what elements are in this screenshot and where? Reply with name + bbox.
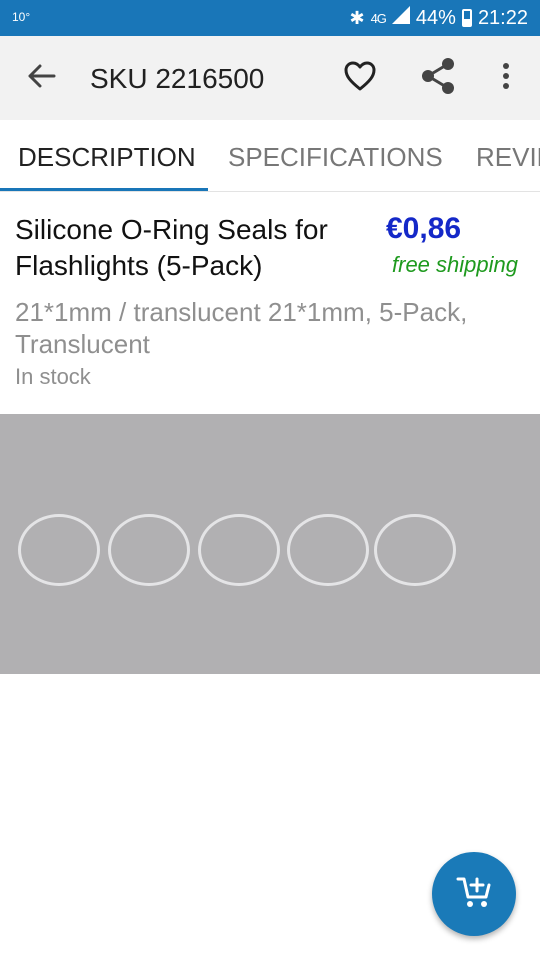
status-temperature: 10° <box>12 10 31 24</box>
more-options-button[interactable] <box>490 56 522 100</box>
product-price: €0,86 <box>386 212 462 245</box>
page-title: SKU 2216500 <box>90 63 265 94</box>
tab-bar: DESCRIPTION SPECIFICATIONS REVIEWS <box>0 120 540 192</box>
product-variant[interactable]: 21*1mm / translucent 21*1mm, 5-Pack, Tra… <box>15 296 525 360</box>
o-ring-image <box>374 514 456 586</box>
battery-percent: 44% <box>415 6 456 29</box>
add-to-cart-button[interactable] <box>432 852 516 936</box>
favorite-button[interactable] <box>338 56 382 100</box>
clock: 21:22 <box>477 6 528 29</box>
product-title: Silicone O-Ring Seals for Flashlights (5… <box>15 214 328 281</box>
bluetooth-icon: ✱ <box>349 7 365 28</box>
share-icon <box>418 56 458 101</box>
app-bar: SKU 2216500 <box>0 36 540 120</box>
shipping-info: free shipping <box>392 252 518 277</box>
add-to-cart-icon <box>456 875 492 914</box>
back-button[interactable] <box>20 58 64 98</box>
network-type-label: 4G <box>370 10 387 26</box>
o-ring-image <box>108 514 190 586</box>
tab-reviews[interactable]: REVIEWS <box>476 142 540 173</box>
o-ring-image <box>287 514 369 586</box>
o-ring-image <box>18 514 100 586</box>
heart-outline-icon <box>344 61 376 96</box>
o-ring-image <box>198 514 280 586</box>
status-bar: 10° ✱ 4G 44% 21:22 <box>0 0 540 36</box>
back-arrow-icon <box>28 64 56 93</box>
status-icons: ✱ 4G 44% 21:22 <box>349 6 528 30</box>
share-button[interactable] <box>414 56 462 100</box>
more-vert-icon <box>502 62 510 95</box>
product-info: Silicone O-Ring Seals for Flashlights (5… <box>0 192 540 414</box>
battery-icon <box>461 9 472 27</box>
tab-specifications[interactable]: SPECIFICATIONS <box>228 142 443 173</box>
tab-description[interactable]: DESCRIPTION <box>18 142 196 173</box>
signal-icon <box>391 6 410 30</box>
stock-status: In stock <box>15 364 91 389</box>
product-image[interactable] <box>0 414 540 674</box>
